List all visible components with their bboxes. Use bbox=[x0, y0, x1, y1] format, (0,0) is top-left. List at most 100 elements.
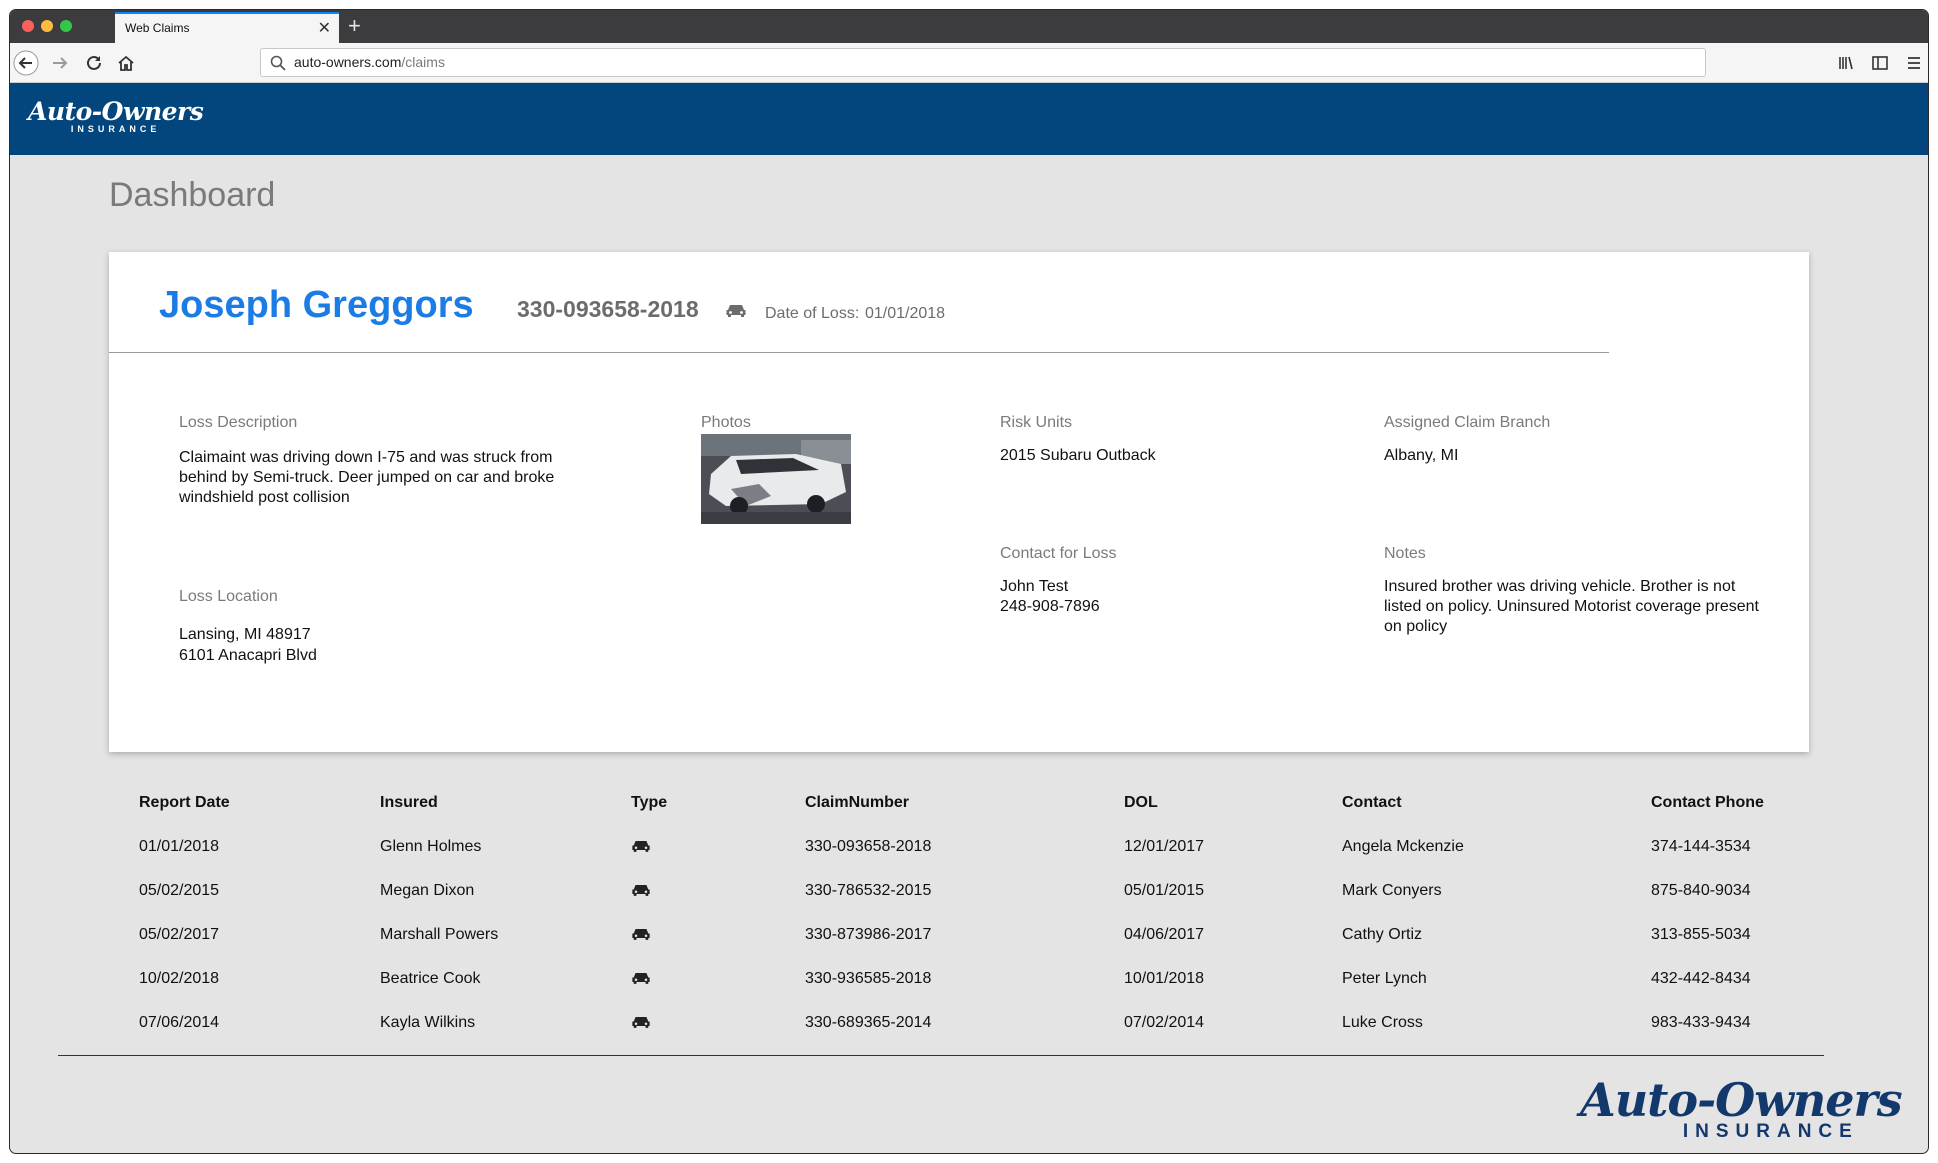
claim-detail-card: Joseph Greggors 330-093658-2018 Date of … bbox=[109, 252, 1809, 752]
notes-text: Insured brother was driving vehicle. Bro… bbox=[1384, 578, 1759, 635]
cell-insured: Megan Dixon bbox=[380, 882, 475, 899]
cell-report-date: 01/01/2018 bbox=[139, 838, 220, 855]
cell-claim-number: 330-786532-2015 bbox=[805, 882, 932, 899]
assigned-branch-label: Assigned Claim Branch bbox=[1384, 414, 1551, 431]
search-icon bbox=[270, 55, 286, 71]
assigned-branch-value: Albany, MI bbox=[1384, 447, 1459, 464]
claim-number: 330-093658-2018 bbox=[517, 296, 699, 322]
cell-insured: Glenn Holmes bbox=[380, 838, 482, 855]
loss-location-line2: 6101 Anacapri Blvd bbox=[179, 647, 317, 664]
table-row[interactable]: 07/06/2014 Kayla Wilkins 330-689365-2014 07… bbox=[10, 1014, 1928, 1038]
browser-window: Web Claims ✕ + auto-owners.com/claims Au… bbox=[10, 10, 1928, 1153]
new-tab-button[interactable]: + bbox=[348, 12, 361, 40]
sidebar-button[interactable] bbox=[1866, 49, 1894, 77]
minimize-window-button[interactable] bbox=[41, 20, 53, 32]
tab-close-icon[interactable]: ✕ bbox=[318, 14, 331, 43]
column-header-report-date[interactable]: Report Date bbox=[139, 794, 230, 812]
cell-dol: 10/01/2018 bbox=[1124, 970, 1205, 987]
loss-location-line1: Lansing, MI 48917 bbox=[179, 626, 311, 643]
risk-units-label: Risk Units bbox=[1000, 414, 1073, 431]
cell-dol: 04/06/2017 bbox=[1124, 926, 1205, 943]
table-row[interactable]: 05/02/2015 Megan Dixon 330-786532-2015 05/0… bbox=[10, 882, 1928, 906]
maximize-window-button[interactable] bbox=[60, 20, 72, 32]
cell-claim-number: 330-873986-2017 bbox=[805, 926, 932, 943]
back-arrow-icon bbox=[13, 50, 39, 76]
cell-claim-number: 330-936585-2018 bbox=[805, 970, 932, 987]
back-button[interactable] bbox=[12, 49, 40, 77]
cell-insured: Kayla Wilkins bbox=[380, 1014, 476, 1031]
footer-divider bbox=[58, 1055, 1824, 1056]
risk-units-value: 2015 Subaru Outback bbox=[1000, 447, 1156, 464]
home-button[interactable] bbox=[112, 49, 140, 77]
cell-dol: 05/01/2015 bbox=[1124, 882, 1205, 899]
page-title: Dashboard bbox=[109, 176, 276, 214]
library-button[interactable] bbox=[1832, 49, 1860, 77]
column-header-type[interactable]: Type bbox=[631, 794, 667, 812]
cell-contact: Luke Cross bbox=[1342, 1014, 1423, 1031]
footer-logo-script-text: Auto-Owners bbox=[1580, 1073, 1903, 1127]
column-header-contact-phone[interactable]: Contact Phone bbox=[1651, 794, 1764, 812]
cell-contact: Cathy Ortiz bbox=[1342, 926, 1423, 943]
cell-report-date: 10/02/2018 bbox=[139, 970, 220, 987]
claim-photo-thumbnail[interactable] bbox=[701, 434, 851, 524]
cell-contact: Angela Mckenzie bbox=[1342, 838, 1464, 855]
column-header-dol[interactable]: DOL bbox=[1124, 794, 1158, 812]
header-logo[interactable]: Auto-Owners INSURANCE bbox=[28, 97, 204, 134]
cell-report-date: 05/02/2015 bbox=[139, 882, 220, 899]
home-icon bbox=[118, 55, 134, 71]
loss-description-text: Claimaint was driving down I-75 and was … bbox=[179, 449, 555, 506]
url-host: auto-owners.com bbox=[294, 54, 402, 70]
site-header: Auto-Owners INSURANCE bbox=[10, 83, 1928, 155]
table-row[interactable]: 05/02/2017 Marshall Powers 330-873986-2017… bbox=[10, 926, 1928, 950]
hamburger-menu-icon bbox=[1908, 57, 1920, 69]
cell-phone: 313-855-5034 bbox=[1651, 926, 1751, 943]
sidebar-icon bbox=[1872, 56, 1888, 70]
url-path: /claims bbox=[401, 54, 445, 70]
loss-location-label: Loss Location bbox=[179, 588, 278, 605]
contact-name: John Test bbox=[1000, 578, 1069, 595]
car-icon bbox=[726, 305, 746, 317]
cell-report-date: 07/06/2014 bbox=[139, 1014, 220, 1031]
contact-for-loss-label: Contact for Loss bbox=[1000, 545, 1117, 562]
column-header-contact[interactable]: Contact bbox=[1342, 794, 1402, 812]
loss-description-label: Loss Description bbox=[179, 414, 298, 431]
column-header-insured[interactable]: Insured bbox=[380, 794, 438, 812]
forward-button[interactable] bbox=[46, 49, 74, 77]
tab-bar: Web Claims ✕ + bbox=[10, 10, 1928, 43]
cell-insured: Marshall Powers bbox=[380, 926, 499, 943]
date-of-loss-label: Date of Loss: bbox=[765, 305, 860, 322]
car-icon bbox=[631, 926, 651, 946]
cell-dol: 07/02/2014 bbox=[1124, 1014, 1205, 1031]
claimant-name: Joseph Greggors bbox=[159, 284, 474, 326]
cell-claim-number: 330-689365-2014 bbox=[805, 1014, 932, 1031]
menu-button[interactable] bbox=[1900, 49, 1928, 77]
library-icon bbox=[1839, 56, 1853, 70]
close-window-button[interactable] bbox=[22, 20, 34, 32]
reload-icon bbox=[87, 55, 101, 70]
table-row[interactable]: 10/02/2018 Beatrice Cook 330-936585-2018 10… bbox=[10, 970, 1928, 994]
cell-dol: 12/01/2017 bbox=[1124, 838, 1205, 855]
address-bar[interactable]: auto-owners.com/claims bbox=[260, 48, 1706, 77]
cell-contact: Peter Lynch bbox=[1342, 970, 1427, 987]
reload-button[interactable] bbox=[80, 49, 108, 77]
cell-insured: Beatrice Cook bbox=[380, 970, 481, 987]
car-icon bbox=[631, 1014, 651, 1034]
cell-claim-number: 330-093658-2018 bbox=[805, 838, 932, 855]
navigation-bar: auto-owners.com/claims bbox=[10, 43, 1928, 83]
car-icon bbox=[631, 838, 651, 858]
url-text: auto-owners.com/claims bbox=[294, 49, 445, 76]
cell-contact: Mark Conyers bbox=[1342, 882, 1442, 899]
tab-title: Web Claims bbox=[125, 21, 190, 35]
cell-phone: 983-433-9434 bbox=[1651, 1014, 1751, 1031]
footer-logo: Auto-Owners INSURANCE bbox=[1580, 1073, 1903, 1143]
cell-phone: 432-442-8434 bbox=[1651, 970, 1751, 987]
card-divider bbox=[109, 352, 1609, 353]
cell-phone: 374-144-3534 bbox=[1651, 838, 1751, 855]
cell-phone: 875-840-9034 bbox=[1651, 882, 1751, 899]
photos-label: Photos bbox=[701, 414, 751, 431]
table-row[interactable]: 01/01/2018 Glenn Holmes 330-093658-2018 12/… bbox=[10, 838, 1928, 862]
logo-script-text: Auto-Owners bbox=[28, 97, 204, 126]
date-of-loss-value: 01/01/2018 bbox=[865, 305, 946, 322]
tab-web-claims[interactable]: Web Claims ✕ bbox=[115, 12, 339, 43]
column-header-claim-number[interactable]: ClaimNumber bbox=[805, 794, 909, 812]
